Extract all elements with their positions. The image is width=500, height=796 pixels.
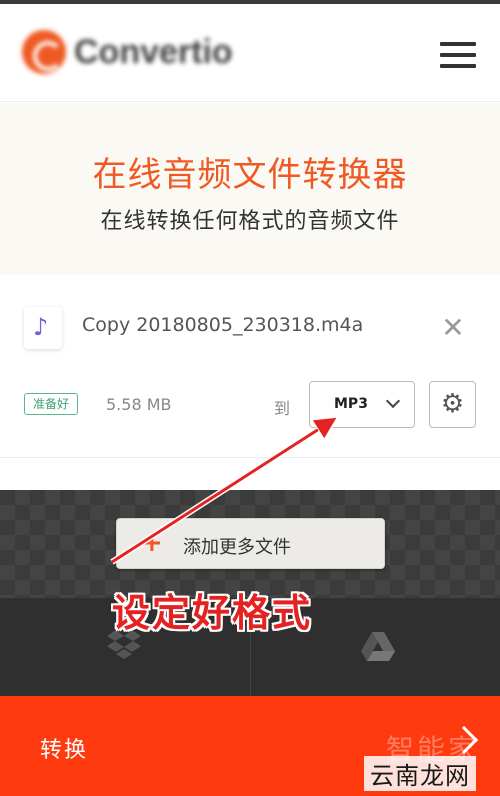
logo[interactable]: Convertio <box>22 30 233 74</box>
watermark-bottom: 云南龙网 <box>364 756 476 791</box>
chevron-down-icon <box>385 393 401 409</box>
add-more-files-button[interactable]: + 添加更多文件 <box>116 518 385 569</box>
divider <box>0 457 500 458</box>
logo-text: Convertio <box>74 32 233 71</box>
close-icon[interactable]: ✕ <box>438 313 468 343</box>
file-name: Copy 20180805_230318.m4a <box>82 314 364 336</box>
annotation-text: 设定好格式 <box>112 591 313 635</box>
page-subtitle: 在线转换任何格式的音频文件 <box>100 209 400 234</box>
hamburger-menu-icon[interactable] <box>440 42 478 70</box>
gear-icon[interactable]: ⚙ <box>429 381 476 428</box>
add-more-files-label: 添加更多文件 <box>183 537 291 558</box>
format-value: MP3 <box>334 396 368 412</box>
file-card: ♪ Copy 20180805_230318.m4a ✕ 准备好 5.58 MB… <box>0 275 500 490</box>
logo-mark-icon <box>22 30 66 74</box>
hero-section: 在线音频文件转换器 在线转换任何格式的音频文件 <box>0 103 500 275</box>
plus-icon: + <box>141 528 163 558</box>
watermark: 智能家 云南龙网 <box>360 728 500 796</box>
status-badge: 准备好 <box>24 393 78 415</box>
format-select[interactable]: MP3 <box>309 381 415 428</box>
music-note-icon: ♪ <box>24 307 62 349</box>
convert-label: 转换 <box>40 738 89 763</box>
app-header: Convertio <box>0 4 500 102</box>
page-title: 在线音频文件转换器 <box>92 155 408 195</box>
google-drive-icon[interactable] <box>361 632 395 662</box>
file-size: 5.58 MB <box>106 395 172 414</box>
to-label: 到 <box>274 399 291 418</box>
